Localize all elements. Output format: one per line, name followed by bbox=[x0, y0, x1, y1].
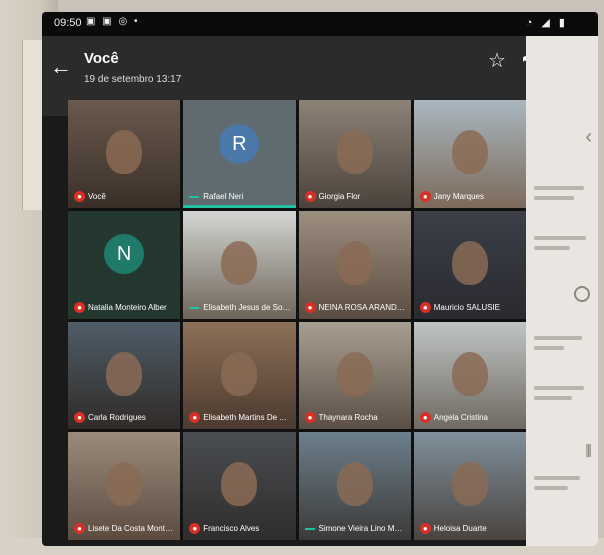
mic-off-icon: ● bbox=[419, 523, 431, 534]
participant-video bbox=[451, 351, 488, 396]
participant-tile[interactable]: ● Mauricio SALUSIE bbox=[413, 210, 526, 319]
participant-video bbox=[221, 462, 258, 507]
participant-video bbox=[106, 351, 143, 396]
participant-video bbox=[451, 130, 488, 175]
side-panel: ‹ ||| bbox=[526, 36, 598, 546]
mic-off-icon: ● bbox=[304, 301, 316, 313]
mic-off-icon: ● bbox=[304, 190, 316, 202]
notification-icons: ▣ ▣ ◎ • bbox=[86, 16, 140, 27]
participant-video bbox=[106, 130, 143, 175]
mic-off-icon: ● bbox=[189, 412, 201, 424]
participant-name: Elisabeth Jesus de Souza bbox=[203, 302, 292, 312]
participant-tile[interactable]: N ● Natalia Monteiro Alber bbox=[68, 210, 181, 319]
participant-video bbox=[451, 240, 488, 285]
participant-name: NEINA ROSA ARANDES bbox=[318, 302, 407, 312]
participant-name: Rafael Neri bbox=[203, 191, 244, 201]
participant-video bbox=[221, 240, 258, 285]
speaking-indicator bbox=[183, 204, 296, 208]
participant-video bbox=[336, 130, 373, 175]
chat-line bbox=[534, 346, 564, 350]
mic-off-icon: ● bbox=[304, 412, 316, 424]
audio-wave-icon bbox=[304, 528, 315, 530]
participant-name: Thaynara Rocha bbox=[318, 413, 378, 423]
participant-video bbox=[106, 462, 143, 507]
chat-line bbox=[534, 396, 572, 400]
participant-tile[interactable]: ● Thaynara Rocha bbox=[298, 321, 411, 430]
participant-name: Você bbox=[88, 191, 106, 201]
mic-off-icon: ● bbox=[419, 301, 431, 313]
participant-name: Jany Marques bbox=[433, 191, 484, 201]
status-bar: 09:50 ▣ ▣ ◎ • ◔ ◢ ▮ bbox=[42, 12, 598, 36]
mic-off-icon: ● bbox=[74, 301, 85, 313]
mic-off-icon: ● bbox=[419, 412, 431, 424]
participant-name: Heloisa Duarte bbox=[433, 524, 487, 533]
participant-name: Francisco Alves bbox=[203, 524, 260, 533]
chat-line bbox=[534, 336, 582, 340]
participant-tile[interactable]: Elisabeth Jesus de Souza bbox=[183, 210, 296, 319]
participant-name: Mauricio SALUSIE bbox=[433, 302, 500, 312]
mic-off-icon: ● bbox=[74, 412, 85, 424]
back-arrow-icon[interactable]: ← bbox=[50, 54, 72, 80]
mic-off-icon: ● bbox=[74, 523, 85, 534]
participant-tile[interactable]: ● Heloisa Duarte bbox=[413, 432, 526, 540]
participant-tile[interactable]: ● Você bbox=[68, 100, 181, 208]
participant-tile[interactable]: ● Giorgia Flor bbox=[298, 100, 411, 208]
participant-tile[interactable]: ● NEINA ROSA ARANDES bbox=[298, 210, 411, 319]
page-title: Você bbox=[84, 50, 119, 67]
meeting-date: 19 de setembro 13:17 bbox=[84, 74, 182, 85]
chat-line bbox=[534, 476, 580, 480]
chat-line bbox=[534, 196, 574, 200]
avatar: R bbox=[219, 123, 260, 164]
chevron-left-icon[interactable]: ‹ bbox=[585, 126, 592, 149]
chat-line bbox=[534, 386, 584, 390]
avatar: N bbox=[104, 234, 145, 275]
participant-tile[interactable]: ● Angela Cristina bbox=[413, 321, 526, 430]
status-time: 09:50 bbox=[54, 17, 82, 29]
participant-tile[interactable]: Simone Vieira Lino Mesonih... bbox=[298, 432, 411, 540]
mic-off-icon: ● bbox=[189, 523, 201, 534]
participant-video bbox=[336, 240, 373, 285]
participant-name: Lisete Da Costa Monteiro bbox=[88, 524, 177, 533]
star-icon[interactable]: ☆ bbox=[488, 48, 506, 73]
participant-video bbox=[451, 462, 488, 507]
participant-video bbox=[336, 351, 373, 396]
participant-tile[interactable]: R Rafael Neri bbox=[183, 100, 296, 208]
participant-tile[interactable]: ● Lisete Da Costa Monteiro bbox=[68, 432, 181, 540]
participant-name: Angela Cristina bbox=[433, 413, 488, 423]
participant-tile[interactable]: ● Jany Marques bbox=[413, 100, 526, 208]
audio-wave-icon bbox=[189, 195, 200, 198]
participant-tile[interactable]: ● Elisabeth Martins De Araújo bbox=[183, 321, 296, 430]
participants-grid: ● Você R Rafael Neri ● Giorgia Flor ● Ja… bbox=[68, 100, 526, 540]
mic-off-icon: ● bbox=[74, 190, 85, 202]
mic-off-icon: ● bbox=[419, 190, 431, 202]
home-button-icon[interactable] bbox=[574, 286, 590, 302]
participant-name: Elisabeth Martins De Araújo bbox=[203, 413, 292, 423]
participant-name: Giorgia Flor bbox=[318, 191, 361, 201]
chat-line bbox=[534, 186, 584, 190]
participant-video bbox=[336, 462, 373, 507]
participant-video bbox=[221, 351, 258, 396]
participant-name: Natalia Monteiro Alber bbox=[88, 302, 167, 312]
participant-tile[interactable]: ● Francisco Alves bbox=[183, 432, 296, 540]
participant-tile[interactable]: ● Carla Rodrigues bbox=[68, 321, 181, 430]
audio-wave-icon bbox=[189, 306, 200, 309]
participant-name: Carla Rodrigues bbox=[88, 413, 146, 423]
chat-line bbox=[534, 236, 586, 240]
chat-line bbox=[534, 486, 568, 490]
recents-button-icon[interactable]: ||| bbox=[585, 441, 592, 457]
participant-name: Simone Vieira Lino Mesonih... bbox=[318, 524, 407, 533]
phone-screen: 09:50 ▣ ▣ ◎ • ◔ ◢ ▮ ← Você 19 de setembr… bbox=[42, 12, 598, 546]
system-status-icons: ◔ ◢ ▮ bbox=[525, 17, 568, 29]
chat-line bbox=[534, 246, 570, 250]
